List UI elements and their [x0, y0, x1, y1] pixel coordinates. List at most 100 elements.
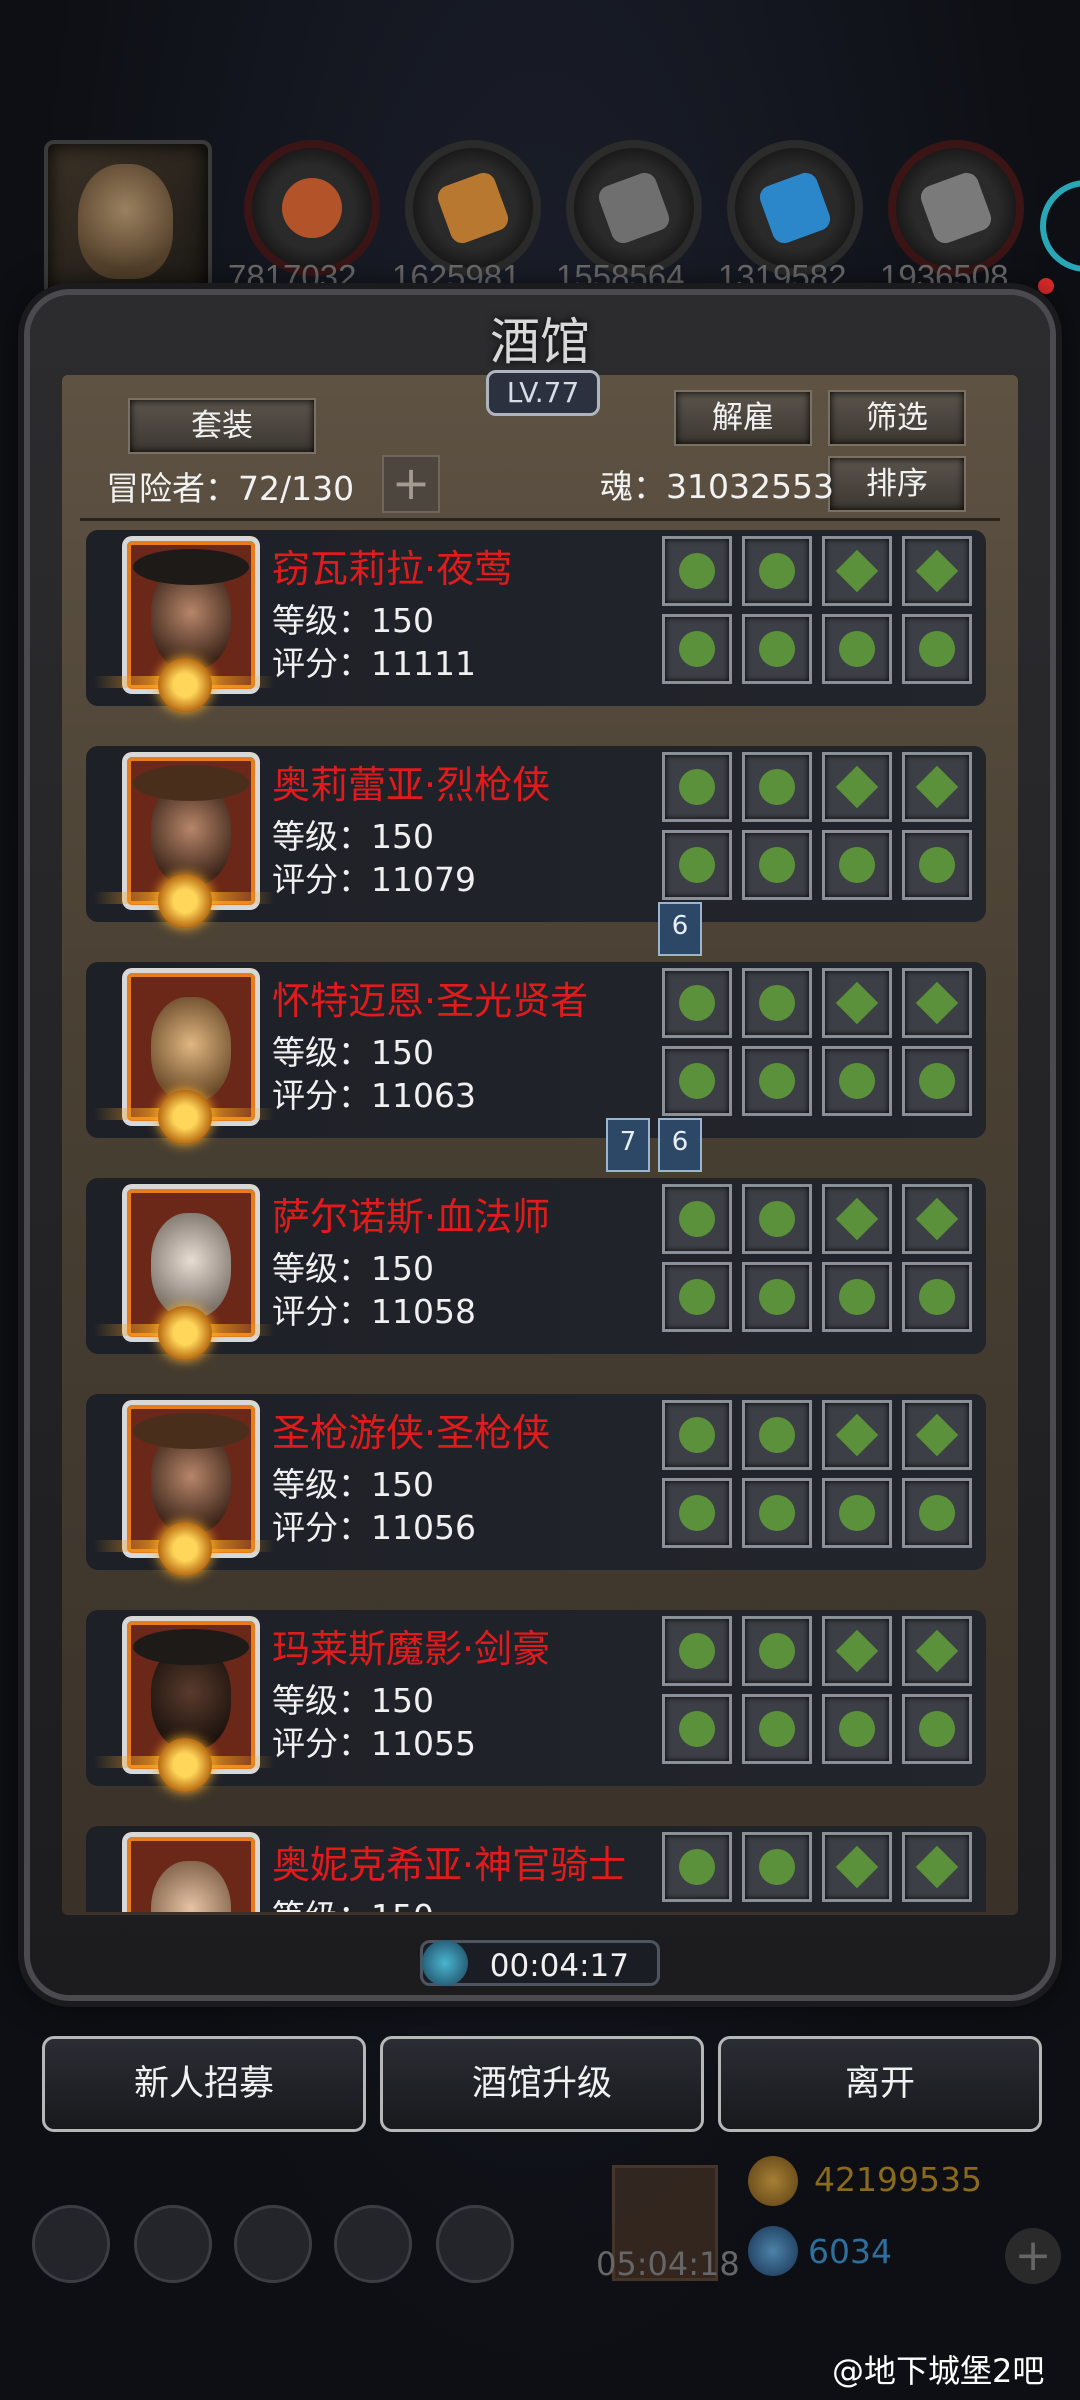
hero-name: 怀特迈恩·圣光贤者 — [272, 979, 589, 1023]
ring2-slot-icon[interactable] — [902, 830, 972, 900]
weapon2-slot-icon[interactable] — [662, 1046, 732, 1116]
notification-dot — [1038, 278, 1054, 294]
hero-card[interactable]: 圣枪游侠·圣枪侠 等级：150 评分：11056 — [86, 1394, 986, 1576]
armor-slot-icon[interactable] — [742, 1046, 812, 1116]
add-currency-button[interactable]: + — [1005, 2228, 1061, 2284]
hero-level: 等级：150 — [272, 1681, 434, 1720]
meat-resource-icon[interactable] — [244, 140, 380, 276]
weapon-slot-icon[interactable] — [662, 1400, 732, 1470]
stone-resource-icon[interactable] — [566, 140, 702, 276]
settings-icon[interactable] — [32, 2205, 110, 2283]
mail-icon[interactable] — [334, 2205, 412, 2283]
upgrade-tavern-button[interactable]: 酒馆升级 — [380, 2036, 704, 2132]
ring2-slot-icon[interactable] — [902, 1262, 972, 1332]
helmet-slot-icon[interactable] — [742, 1184, 812, 1254]
sort-button[interactable]: 排序 — [828, 456, 966, 512]
weapon2-slot-icon[interactable] — [662, 830, 732, 900]
hero-card[interactable]: 怀特迈恩·圣光贤者 等级：150 评分：11063 — [86, 962, 986, 1144]
ring-slot-icon[interactable] — [822, 1694, 892, 1764]
amulet-slot-icon[interactable] — [822, 1400, 892, 1470]
hero-card[interactable]: 奥妮克希亚·神官骑士 等级：150 — [86, 1826, 986, 1912]
accessory-slot-icon[interactable] — [902, 1832, 972, 1902]
ring2-slot-icon[interactable] — [902, 1046, 972, 1116]
ring2-slot-icon[interactable] — [902, 1694, 972, 1764]
hero-name: 玛莱斯魔影·剑豪 — [272, 1627, 551, 1671]
iron-resource-icon[interactable] — [888, 140, 1024, 276]
hero-level: 等级：150 — [272, 1890, 434, 1912]
wood-resource-icon[interactable] — [405, 140, 541, 276]
gold-icon — [748, 2156, 798, 2206]
amulet-slot-icon[interactable] — [822, 752, 892, 822]
set-bonus-tag: 7 — [606, 1118, 650, 1172]
weapon-slot-icon[interactable] — [662, 536, 732, 606]
accessory-slot-icon[interactable] — [902, 1184, 972, 1254]
player-avatar[interactable] — [44, 140, 212, 298]
hero-name: 圣枪游侠·圣枪侠 — [272, 1411, 551, 1455]
ring-slot-icon[interactable] — [822, 1478, 892, 1548]
filter-button[interactable]: 筛选 — [828, 390, 966, 446]
ring2-slot-icon[interactable] — [902, 614, 972, 684]
accessory-slot-icon[interactable] — [902, 968, 972, 1038]
ring-slot-icon[interactable] — [822, 1046, 892, 1116]
set-button[interactable]: 套装 — [128, 398, 316, 454]
resource-count-5: 1936508 — [880, 258, 1009, 295]
bag-icon[interactable] — [436, 2205, 514, 2283]
weapon2-slot-icon[interactable] — [662, 1262, 732, 1332]
rank-medal-icon — [158, 1522, 212, 1576]
amulet-slot-icon[interactable] — [822, 1184, 892, 1254]
dismiss-button[interactable]: 解雇 — [674, 390, 812, 446]
accessory-slot-icon[interactable] — [902, 752, 972, 822]
helmet-slot-icon[interactable] — [742, 1400, 812, 1470]
accessory-slot-icon[interactable] — [902, 1400, 972, 1470]
weapon-slot-icon[interactable] — [662, 752, 732, 822]
armor-slot-icon[interactable] — [742, 1262, 812, 1332]
weapon2-slot-icon[interactable] — [662, 614, 732, 684]
ring-slot-icon[interactable] — [822, 614, 892, 684]
armor-slot-icon[interactable] — [742, 1478, 812, 1548]
hero-level: 等级：150 — [272, 1465, 434, 1504]
hero-score: 评分：11056 — [272, 1508, 476, 1547]
helmet-slot-icon[interactable] — [742, 968, 812, 1038]
amulet-slot-icon[interactable] — [822, 1616, 892, 1686]
helmet-slot-icon[interactable] — [742, 536, 812, 606]
weapon2-slot-icon[interactable] — [662, 1478, 732, 1548]
hero-level: 等级：150 — [272, 1033, 434, 1072]
hero-card[interactable]: 玛莱斯魔影·剑豪 等级：150 评分：11055 — [86, 1610, 986, 1792]
helmet-slot-icon[interactable] — [742, 1832, 812, 1902]
accessory-slot-icon[interactable] — [902, 1616, 972, 1686]
add-capacity-button[interactable]: + — [382, 455, 440, 513]
armor-slot-icon[interactable] — [742, 830, 812, 900]
amulet-slot-icon[interactable] — [822, 536, 892, 606]
weapon-slot-icon[interactable] — [662, 1616, 732, 1686]
ring-slot-icon[interactable] — [822, 830, 892, 900]
helmet-slot-icon[interactable] — [742, 752, 812, 822]
amulet-slot-icon[interactable] — [822, 1832, 892, 1902]
ring2-slot-icon[interactable] — [902, 1478, 972, 1548]
hero-list[interactable]: 窃瓦莉拉·夜莺 等级：150 评分：11111 奥莉蕾亚·烈枪侠 等级：150 … — [62, 522, 1018, 1912]
weapon-slot-icon[interactable] — [662, 1832, 732, 1902]
armor-slot-icon[interactable] — [742, 1694, 812, 1764]
leave-button[interactable]: 离开 — [718, 2036, 1042, 2132]
gem-amount: 6034 — [808, 2232, 892, 2271]
helmet-slot-icon[interactable] — [742, 1616, 812, 1686]
hero-name: 奥莉蕾亚·烈枪侠 — [272, 763, 551, 807]
hero-card[interactable]: 萨尔诺斯·血法师 等级：150 评分：11058 — [86, 1178, 986, 1360]
rank-medal-icon — [158, 1306, 212, 1360]
ring-slot-icon[interactable] — [822, 1262, 892, 1332]
hero-card[interactable]: 奥莉蕾亚·烈枪侠 等级：150 评分：11079 — [86, 746, 986, 928]
rank-medal-icon — [158, 874, 212, 928]
weapon2-slot-icon[interactable] — [662, 1694, 732, 1764]
amulet-slot-icon[interactable] — [822, 968, 892, 1038]
hero-score: 评分：11058 — [272, 1292, 476, 1331]
map-icon[interactable] — [234, 2205, 312, 2283]
weapon-slot-icon[interactable] — [662, 968, 732, 1038]
crystal-resource-icon[interactable] — [727, 140, 863, 276]
skill-icon[interactable] — [134, 2205, 212, 2283]
accessory-slot-icon[interactable] — [902, 536, 972, 606]
weapon-slot-icon[interactable] — [662, 1184, 732, 1254]
rank-medal-icon — [158, 658, 212, 712]
armor-slot-icon[interactable] — [742, 614, 812, 684]
hero-card[interactable]: 窃瓦莉拉·夜莺 等级：150 评分：11111 — [86, 530, 986, 712]
recruit-button[interactable]: 新人招募 — [42, 2036, 366, 2132]
soul-count: 魂：31032553 — [600, 467, 834, 506]
